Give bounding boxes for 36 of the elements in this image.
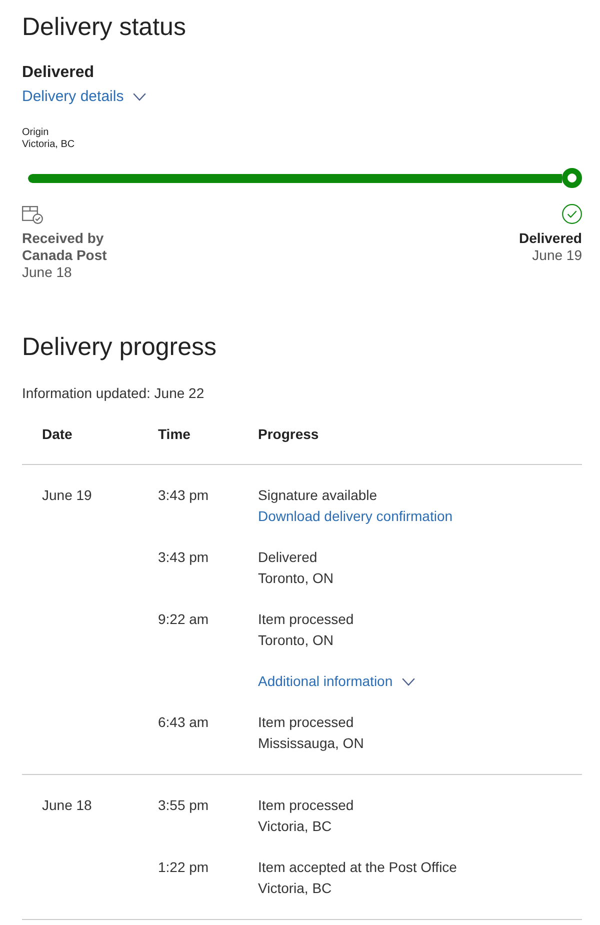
page-title: Delivery status [22, 12, 186, 42]
download-confirmation-link[interactable]: Download delivery confirmation [258, 506, 453, 527]
step-title: Delivered [518, 230, 582, 247]
event-description: Item processed [258, 796, 354, 815]
column-header: Time [158, 426, 190, 442]
time-cell: 6:43 am [158, 714, 209, 730]
time-cell: 9:22 am [158, 611, 209, 627]
additional-info-toggle[interactable]: Additional information [258, 671, 415, 692]
event-description: Item accepted at the Post Office [258, 858, 457, 877]
time-cell: 3:43 pm [158, 549, 209, 565]
column-header: Date [42, 426, 72, 442]
delivery-state: Delivered [22, 63, 94, 83]
step-date: June 18 [22, 264, 72, 281]
origin-label: Origin [22, 127, 49, 139]
column-header: Progress [258, 426, 319, 442]
origin-place: Victoria, BC [22, 139, 75, 151]
step-title: Received by Canada Post [22, 230, 108, 264]
event-location: Mississauga, ON [258, 734, 364, 753]
date-cell: June 18 [42, 797, 92, 813]
ring-marker-icon [562, 168, 582, 188]
event-location: Victoria, BC [258, 817, 332, 836]
event-location: Toronto, ON [258, 569, 334, 588]
event-description: Delivered [258, 548, 318, 567]
date-cell: June 19 [42, 487, 92, 503]
time-cell: 3:43 pm [158, 487, 209, 503]
event-description: Item processed [258, 610, 354, 629]
time-cell: 1:22 pm [158, 859, 209, 875]
section-title: Delivery progress [22, 332, 217, 362]
delivery-details-toggle[interactable]: Delivery details [22, 87, 146, 107]
event-description: Item processed [258, 713, 354, 732]
event-location: Victoria, BC [258, 879, 332, 898]
step-date: June 19 [532, 247, 582, 264]
event-location: Toronto, ON [258, 631, 334, 650]
time-cell: 3:55 pm [158, 797, 209, 813]
updated-note: Information updated: June 22 [22, 384, 204, 403]
event-description: Signature available [258, 486, 378, 505]
